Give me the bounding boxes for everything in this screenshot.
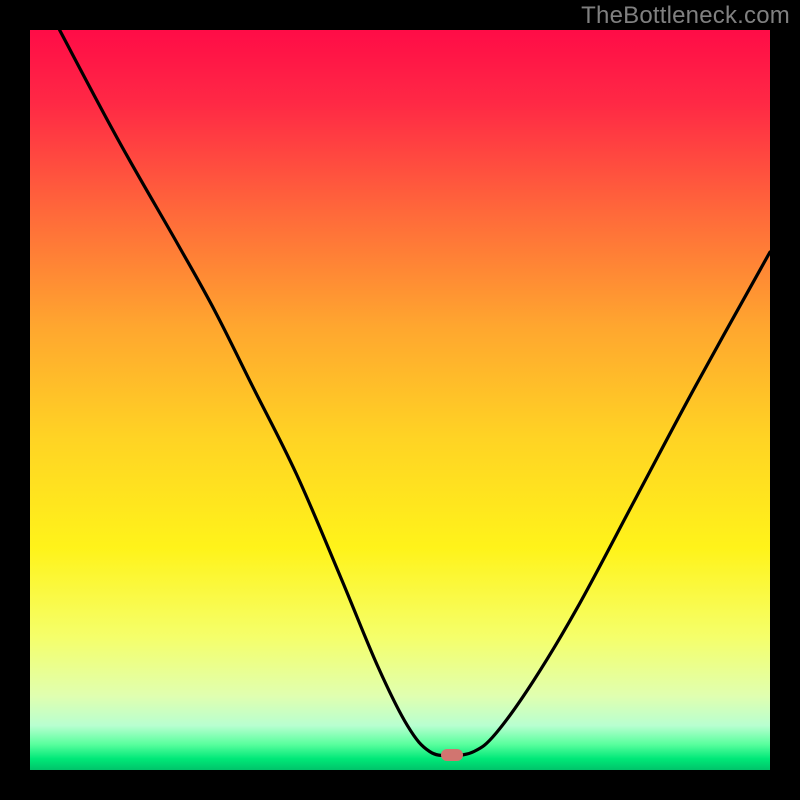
chart-container: TheBottleneck.com: [0, 0, 800, 800]
bottleneck-curve: [30, 30, 770, 770]
optimal-point-marker: [441, 749, 463, 761]
watermark-text: TheBottleneck.com: [581, 2, 790, 30]
plot-area: [30, 30, 770, 770]
